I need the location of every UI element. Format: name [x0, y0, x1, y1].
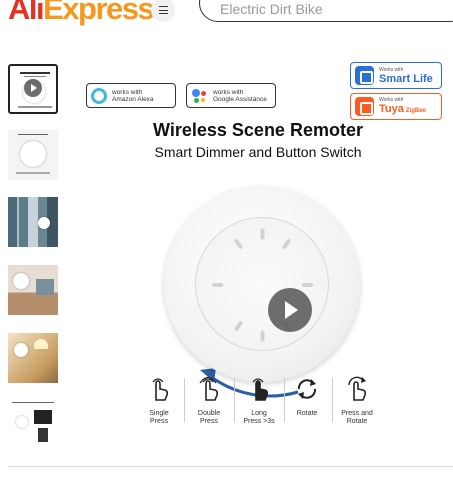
thumbnail-1[interactable]: [8, 64, 58, 114]
google-assistant-icon: [191, 88, 208, 104]
gesture-rotate: Rotate: [282, 376, 332, 418]
gesture-label-line2: Press: [150, 417, 168, 425]
section-divider: [8, 466, 453, 467]
indicator-nub: [212, 283, 223, 287]
indicator-nub: [260, 330, 265, 342]
thumb-remote-image: [16, 416, 28, 428]
gesture-label-line2: Rotate: [346, 417, 368, 425]
menu-button[interactable]: [151, 0, 175, 22]
thumb-switch-image: [38, 428, 48, 442]
thumb-text-line: [18, 134, 48, 135]
alexa-badge-line2: Amazon Alexa: [112, 95, 154, 103]
google-badge-text: works with Google Assistance: [213, 89, 267, 103]
alexa-icon: [91, 87, 107, 104]
product-image-title: Wireless Scene Remoter: [153, 120, 363, 140]
search-input[interactable]: [220, 1, 440, 17]
product-image-subtitle: Smart Dimmer and Button Switch: [154, 144, 362, 160]
thumbnail-6[interactable]: [8, 398, 58, 448]
gesture-label-line1: Rotate: [296, 410, 318, 417]
remote-button-ring: [195, 217, 329, 351]
thumb-title-line: [20, 72, 50, 74]
thumb-remote-image: [38, 217, 50, 229]
indicator-nub: [233, 238, 244, 250]
thumb-remote-image: [20, 141, 46, 167]
gesture-label-line1: Press and: [341, 410, 373, 417]
google-badge-line2: Google Assistance: [213, 95, 267, 103]
gesture-long-press: Long Press >3s: [234, 376, 284, 425]
aliexpress-logo[interactable]: AliExpress: [8, 0, 155, 26]
play-icon: [24, 79, 42, 97]
main-product-image[interactable]: works with Amazon Alexa works with Googl…: [78, 58, 450, 438]
thumbnail-5[interactable]: [8, 333, 58, 383]
thumb-room-window: [36, 279, 54, 295]
alexa-badge-text: works with Amazon Alexa: [112, 89, 154, 103]
gesture-label-line1: Double: [197, 410, 221, 417]
thumb-hub-image: [34, 410, 52, 424]
long-press-hand-icon: [252, 378, 269, 401]
thumb-text-line: [12, 402, 54, 403]
logo-ali-text: Ali: [8, 0, 45, 26]
rotate-icon: [297, 379, 317, 399]
indicator-nub: [281, 238, 292, 250]
thumb-remote-image: [14, 343, 28, 357]
gesture-label-line2: Press >3s: [243, 417, 275, 425]
tuya-zigbee-badge: Works with Tuya ZigBee: [350, 93, 442, 120]
indicator-nub: [302, 283, 313, 287]
google-badge-line1: works with: [213, 88, 244, 96]
thumb-subtitle-line: [24, 76, 46, 77]
thumbnail-3[interactable]: [8, 197, 58, 247]
gesture-label-line1: Single: [149, 410, 169, 417]
indicator-nub: [260, 228, 265, 240]
thumb-lamp: [34, 339, 48, 349]
play-icon[interactable]: [268, 288, 312, 332]
smart-life-text: Smart Life: [379, 72, 433, 85]
gesture-legend: SinglePress DoublePress LongPress >3s: [138, 376, 378, 426]
thumbnail-4[interactable]: [8, 265, 58, 315]
smart-life-badge: Works with Smart Life: [350, 62, 442, 89]
thumb-caption-line: [16, 172, 50, 174]
alexa-badge-line1: works with: [112, 88, 143, 96]
gesture-label-line1: Long: [251, 410, 267, 417]
zigbee-text: ZigBee: [405, 107, 426, 114]
hamburger-icon: [158, 6, 168, 14]
tuya-brand-line: Tuya ZigBee: [379, 103, 426, 117]
thumbnail-2[interactable]: [8, 130, 58, 180]
thumb-remote-image: [13, 273, 29, 289]
thumb-gesture-row: [18, 106, 52, 108]
alexa-badge: works with Amazon Alexa: [86, 83, 176, 108]
google-assistant-badge: works with Google Assistance: [186, 83, 276, 108]
indicator-nub: [233, 320, 244, 332]
press-and-rotate-hand-icon: [348, 376, 367, 401]
double-press-hand-icon: [199, 376, 219, 401]
gesture-single-press: Single Press: [134, 376, 184, 425]
gesture-press-and-rotate: Press and Rotate: [332, 376, 382, 425]
gesture-double-press: Double Press: [184, 376, 234, 425]
logo-express-text: Express: [43, 0, 155, 26]
search-bar[interactable]: [199, 0, 453, 22]
single-press-hand-icon: [152, 378, 169, 401]
tuya-icon: [355, 97, 374, 116]
tuya-text: Tuya: [379, 102, 404, 115]
remote-disc: [164, 186, 360, 382]
gesture-label-line2: Press: [200, 417, 218, 425]
smart-life-icon: [355, 66, 374, 85]
